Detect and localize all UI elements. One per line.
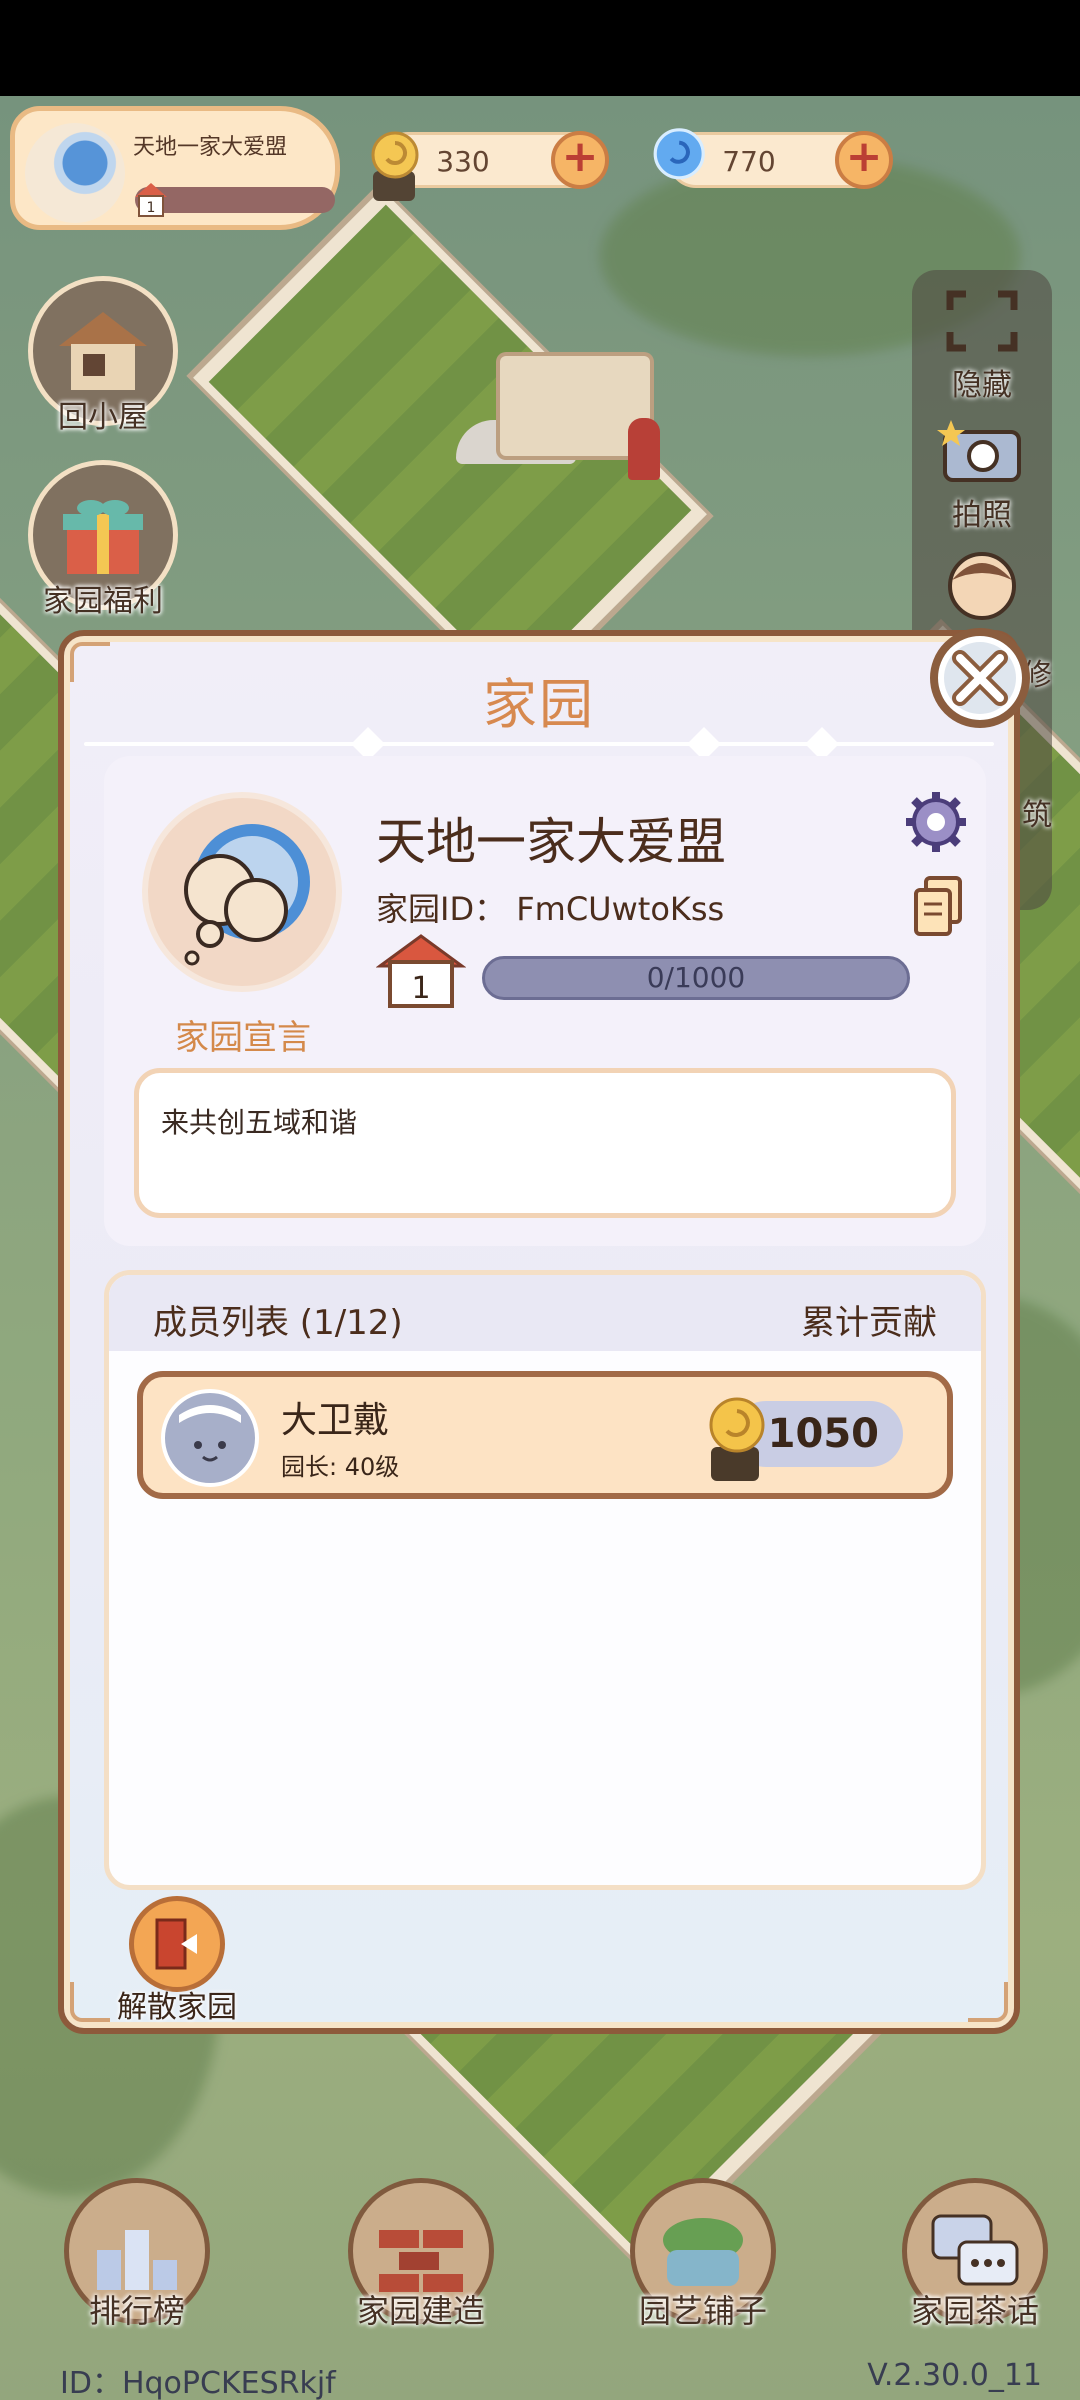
members-header: 成员列表 (1/12) 累计贡献 — [109, 1275, 981, 1351]
members-card: 成员列表 (1/12) 累计贡献 大卫戴 园长: 40级 1050 — [104, 1270, 986, 1890]
snail-coin-icon — [709, 1397, 765, 1481]
modal-title: 家园 — [483, 673, 595, 736]
member-avatar — [161, 1389, 259, 1487]
clan-info-card: 家园宣言 天地一家大爱盟 家园ID： FmCUwtoKss 1 0/1000 来… — [104, 756, 986, 1246]
clan-id: 家园ID： FmCUwtoKss — [376, 890, 725, 928]
exp-progress-bar: 0/1000 — [482, 956, 910, 1000]
corner-ornament — [968, 1982, 1008, 2022]
close-button[interactable] — [930, 628, 1030, 728]
copy-icon[interactable] — [912, 876, 964, 938]
contribution-header: 累计贡献 — [801, 1303, 937, 1343]
member-name: 大卫戴 — [281, 1400, 390, 1441]
level-number: 1 — [411, 971, 430, 1006]
declaration-label: 家园宣言 — [175, 1018, 311, 1058]
home-modal: 家园 家园宣言 天地一家大爱盟 家园ID： FmCUwtoKss 1 0/100… — [58, 630, 1020, 2034]
declaration-text[interactable]: 来共创五域和谐 — [134, 1068, 956, 1218]
close-icon — [952, 650, 1008, 706]
member-row[interactable]: 大卫戴 园长: 40级 1050 — [137, 1371, 953, 1499]
disband-home-label: 解散家园 — [117, 1990, 237, 2025]
exit-door-icon — [129, 1896, 225, 1992]
gear-icon[interactable] — [904, 790, 968, 854]
members-title: 成员列表 (1/12) — [153, 1303, 403, 1343]
clan-name: 天地一家大爱盟 — [376, 813, 726, 871]
level-house-icon: 1 — [376, 934, 466, 1008]
title-divider — [84, 727, 994, 761]
member-role: 园长: 40级 — [281, 1453, 400, 1481]
disband-home-button[interactable]: 解散家园 — [102, 1896, 252, 2026]
clan-avatar[interactable] — [142, 792, 342, 992]
